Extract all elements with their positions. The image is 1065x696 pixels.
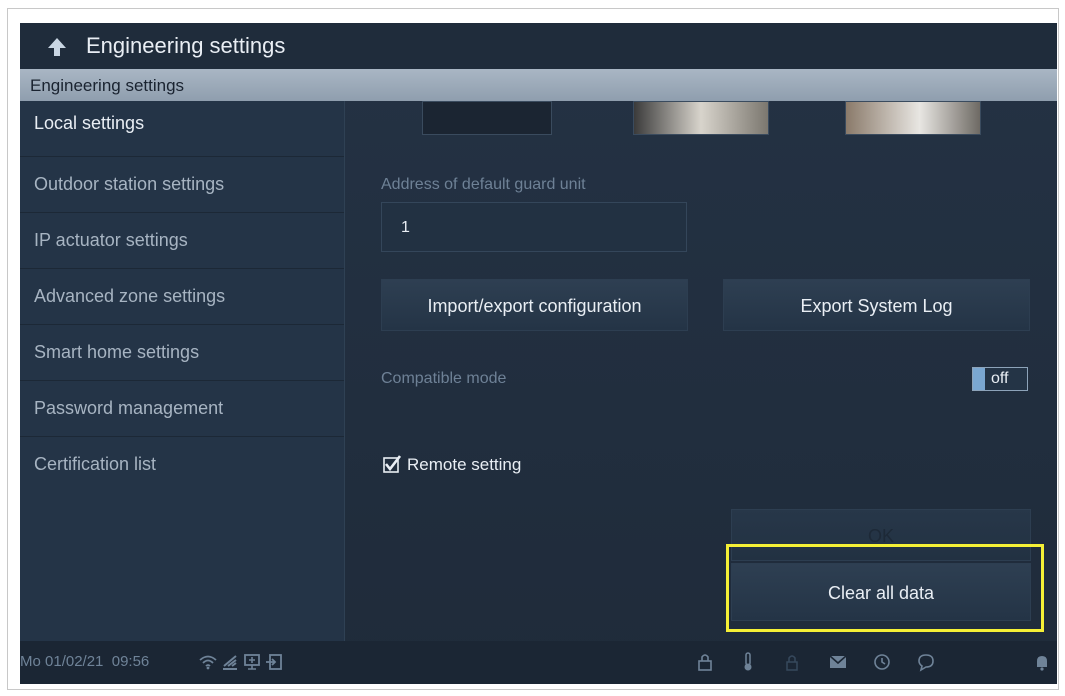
history-icon[interactable]: [872, 652, 892, 672]
sidebar-item-label: Outdoor station settings: [34, 174, 225, 194]
wifi-icon: [199, 655, 217, 670]
theme-thumbnail-2[interactable]: [633, 101, 769, 135]
sidebar-item-label: Smart home settings: [34, 342, 200, 362]
sidebar-item-label: Advanced zone settings: [34, 286, 226, 306]
sidebar-item-label: Certification list: [34, 454, 157, 474]
status-bar: Mo 01/02/21 09:56: [20, 641, 1057, 684]
sidebar-item-smart-home-settings[interactable]: Smart home settings: [20, 325, 344, 381]
section-header: Engineering settings: [20, 69, 1057, 101]
sidebar-item-advanced-zone-settings[interactable]: Advanced zone settings: [20, 269, 344, 325]
back-arrow-icon[interactable]: [46, 36, 68, 58]
signal-icon: [223, 655, 237, 670]
theme-thumbnail-3[interactable]: [845, 101, 981, 135]
compatible-mode-toggle[interactable]: off: [972, 367, 1028, 391]
sidebar-item-password-management[interactable]: Password management: [20, 381, 344, 437]
lock-icon[interactable]: [695, 652, 715, 672]
mail-icon[interactable]: [828, 652, 848, 672]
sidebar-item-certification-list[interactable]: Certification list: [20, 437, 344, 493]
import-export-button[interactable]: Import/export configuration: [381, 279, 688, 331]
page-title: Engineering settings: [86, 33, 286, 58]
sidebar-item-outdoor-station-settings[interactable]: Outdoor station settings: [20, 157, 344, 213]
compatible-mode-label: Compatible mode: [381, 370, 507, 387]
export-system-log-button[interactable]: Export System Log: [723, 279, 1030, 331]
thermometer-icon[interactable]: [738, 652, 758, 672]
section-header-label: Engineering settings: [30, 76, 185, 95]
theme-thumbnail-1[interactable]: [422, 101, 552, 135]
guard-unit-label: Address of default guard unit: [381, 176, 586, 193]
guard-unit-value: 1: [401, 219, 410, 236]
sidebar-item-local-settings[interactable]: Local settings: [20, 101, 344, 157]
bell-icon[interactable]: [1032, 652, 1052, 672]
screen-icon: [244, 654, 260, 670]
highlight-box: [726, 544, 1044, 632]
remote-setting-label: Remote setting: [407, 455, 522, 474]
chat-icon[interactable]: [916, 652, 936, 672]
toggle-state-label: off: [991, 370, 1009, 387]
toggle-knob: [973, 368, 985, 390]
guard-unit-input[interactable]: 1: [381, 202, 687, 252]
exit-icon: [266, 654, 282, 670]
device-screen: Engineering settings Engineering setting…: [20, 23, 1057, 684]
datetime-label: Mo 01/02/21 09:56: [20, 653, 150, 670]
remote-setting-checkbox[interactable]: [383, 455, 401, 473]
sidebar-item-label: Local settings: [34, 113, 145, 133]
sidebar: Local settings Outdoor station settings …: [20, 101, 344, 641]
sidebar-item-ip-actuator-settings[interactable]: IP actuator settings: [20, 213, 344, 269]
sidebar-item-label: IP actuator settings: [34, 230, 188, 250]
title-bar: Engineering settings: [20, 23, 1057, 69]
sidebar-item-label: Password management: [34, 398, 224, 418]
lock-small-icon[interactable]: [782, 652, 802, 672]
